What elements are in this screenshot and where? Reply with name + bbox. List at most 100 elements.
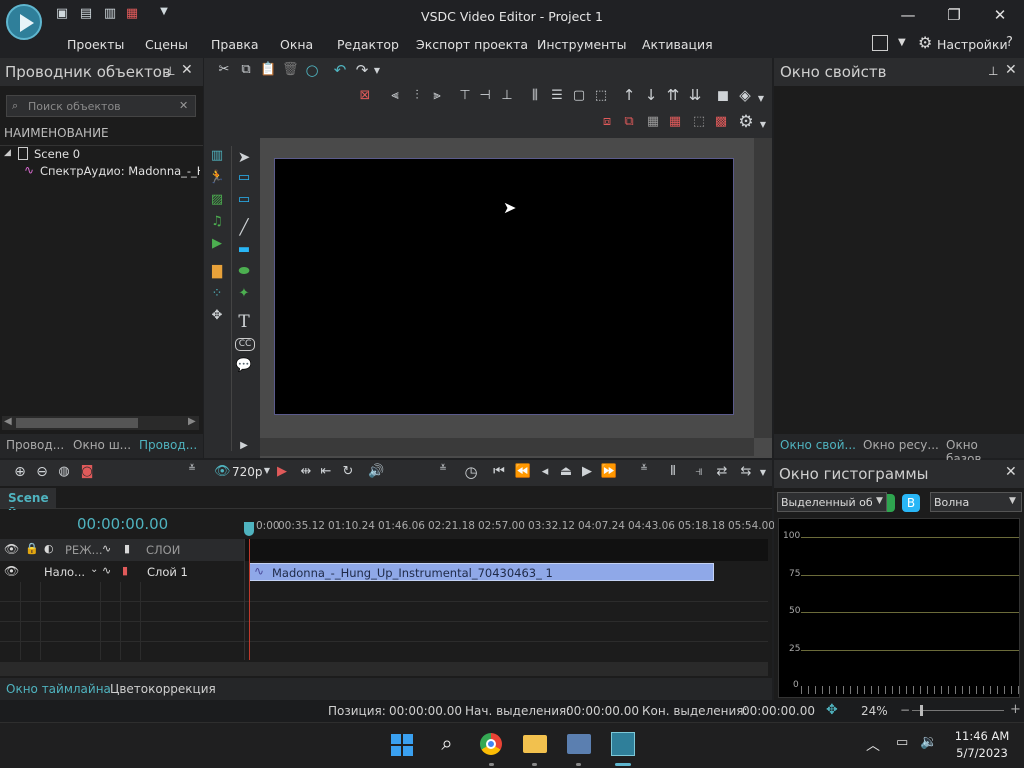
same-size-icon[interactable]: ▢ <box>570 88 588 103</box>
volume-more-icon[interactable]: ≚ <box>437 464 449 474</box>
redo-icon[interactable]: ↷ <box>354 61 370 79</box>
layer-name[interactable]: Слой 1 <box>147 565 188 579</box>
menu-tools[interactable]: Инструменты <box>537 37 626 52</box>
record-timeline-icon[interactable]: ◙ <box>78 464 96 479</box>
redo-dropdown-icon[interactable]: ▼ <box>372 66 382 75</box>
explorer-search-input[interactable]: ⌕ Поиск объектов ✕ <box>6 95 196 117</box>
split-icon[interactable]: ⫴ <box>664 464 682 479</box>
fast-forward-icon[interactable]: ⏩ <box>600 464 618 479</box>
pin-icon[interactable]: ⊥ <box>165 64 175 78</box>
tree-expand-icon[interactable]: ◢ <box>4 148 11 158</box>
zoom-slider-thumb[interactable] <box>920 705 923 716</box>
fit-icon[interactable]: ⬚ <box>592 88 610 103</box>
rectangle-icon[interactable]: ▬ <box>235 242 253 257</box>
resolution-select[interactable]: 720p <box>232 465 263 479</box>
align-top-icon[interactable]: ⊤ <box>456 88 474 103</box>
zoom-slider[interactable] <box>912 710 1004 711</box>
align-center-h-icon[interactable]: ⫶ <box>408 88 426 103</box>
go-to-start-icon[interactable]: ⏮ <box>490 464 508 479</box>
volume-icon[interactable]: 🔊 <box>368 464 384 479</box>
lock-icon[interactable]: 🔒 <box>25 542 39 555</box>
group-icon[interactable]: ◼ <box>714 86 732 104</box>
audio-waveform-icon[interactable]: ◍ <box>56 464 72 479</box>
align-middle-icon[interactable]: ⊣ <box>476 88 494 103</box>
tab-color-correction[interactable]: Цветокоррекция <box>110 682 216 696</box>
add-audio-icon[interactable]: ♫ <box>208 214 226 229</box>
properties-close-icon[interactable]: ✕ <box>1005 62 1017 78</box>
marker-icon[interactable]: ▶ <box>276 464 288 479</box>
tree-item-audio-spectrum[interactable]: ∿ СпектрАудио: Madonna_-_Hur <box>0 163 203 181</box>
zoom-out-icon[interactable]: − <box>900 703 910 717</box>
preview-vscrollbar[interactable] <box>754 138 772 438</box>
select-all-icon[interactable]: ○ <box>304 61 320 79</box>
free-shape-icon[interactable]: ✦ <box>235 286 253 301</box>
blend-icon[interactable]: ◐ <box>44 542 54 555</box>
unlink-icon[interactable]: ⇆ <box>738 464 754 479</box>
windows-start-icon[interactable] <box>391 734 413 756</box>
distribute-v-icon[interactable]: ☰ <box>548 88 566 103</box>
bring-to-front-icon[interactable]: ⇈ <box>664 86 682 104</box>
tools-more-icon[interactable]: ▶ <box>237 440 251 451</box>
layer-row[interactable]: 👁 Нало... ⌄ ∿ ▮ Слой 1 <box>0 562 244 582</box>
menu-activation[interactable]: Активация <box>642 37 713 52</box>
menu-windows[interactable]: Окна <box>280 37 313 52</box>
copy-icon[interactable]: ⧉ <box>238 62 254 77</box>
add-particles-icon[interactable]: ⁘ <box>208 286 226 301</box>
zoom-in-icon[interactable]: + <box>1010 702 1021 717</box>
snap-icon[interactable]: ⧈ <box>598 114 616 129</box>
track-color-icon[interactable]: ▮ <box>122 564 128 577</box>
vsdc-taskbar-icon[interactable] <box>611 732 635 756</box>
timer-icon[interactable]: ◷ <box>462 463 480 481</box>
tree-item-scene[interactable]: ◢ Scene 0 <box>0 146 203 164</box>
layer-blend-mode[interactable]: Нало... <box>44 565 85 579</box>
playback-more-icon[interactable]: ≚ <box>638 464 650 474</box>
minimize-button[interactable]: — <box>888 6 928 28</box>
resolution-dropdown-icon[interactable]: ▼ <box>262 466 272 475</box>
preview-hscrollbar[interactable] <box>260 438 754 456</box>
tab-explorer-2[interactable]: Провод... <box>139 438 197 452</box>
layout-icon[interactable] <box>872 35 888 51</box>
network-icon[interactable]: ▭ <box>896 735 908 750</box>
cut-icon[interactable]: ✂ <box>216 62 232 77</box>
grid-icon[interactable]: ▦ <box>644 114 662 129</box>
gear-icon[interactable]: ⚙ <box>918 33 932 52</box>
add-video-icon[interactable]: ▶ <box>208 236 226 251</box>
playhead-handle[interactable] <box>244 522 254 536</box>
layout-dropdown-icon[interactable]: ▼ <box>898 37 906 48</box>
send-to-back-icon[interactable]: ⇊ <box>686 86 704 104</box>
scene-tab[interactable]: Scene 0 <box>0 488 56 519</box>
remove-layer-button-icon[interactable]: ⊖ <box>34 464 50 480</box>
search-icon[interactable]: ⌕ <box>435 731 459 755</box>
group-dropdown-icon[interactable]: ▼ <box>756 94 766 103</box>
blend-dropdown-icon[interactable]: ⌄ <box>90 564 98 575</box>
photos-app-icon[interactable] <box>567 734 591 754</box>
tab-explorer-1[interactable]: Провод... <box>6 438 64 452</box>
speech-bubble-icon[interactable]: 💬 <box>235 358 253 373</box>
clock-time[interactable]: 11:46 AM <box>952 729 1012 743</box>
move-icon[interactable]: ✥ <box>208 308 226 323</box>
tab-properties[interactable]: Окно свой... <box>780 438 856 452</box>
align-right-icon[interactable]: ⫸ <box>428 88 446 103</box>
delete-icon[interactable]: 🗑 <box>282 62 299 77</box>
zoom-fit-icon[interactable]: ✥ <box>826 702 838 718</box>
link-icon[interactable]: ⇄ <box>714 464 730 479</box>
align-bottom-icon[interactable]: ⊥ <box>498 88 516 103</box>
timeline-hscrollbar[interactable] <box>0 662 768 676</box>
audio-icon[interactable]: ∿ <box>102 564 111 577</box>
bring-forward-icon[interactable]: ↑ <box>620 86 638 104</box>
close-button[interactable]: ✕ <box>980 6 1020 28</box>
tab-template-window[interactable]: Окно ш... <box>73 438 131 452</box>
search-clear-icon[interactable]: ✕ <box>179 99 188 112</box>
snap-objects-icon[interactable]: ⧉ <box>620 114 638 129</box>
loop-start-icon[interactable]: ⇤ <box>318 464 334 479</box>
stop-icon[interactable]: ⏏ <box>557 464 575 479</box>
pointer-icon[interactable]: ➤ <box>235 148 253 166</box>
preview-eye-icon[interactable]: 👁 <box>214 464 231 479</box>
safe-area-icon[interactable]: ▩ <box>712 114 730 129</box>
timeline-more-icon[interactable]: ≚ <box>186 464 198 474</box>
tray-chevron-icon[interactable]: ︿ <box>866 735 880 755</box>
file-explorer-icon[interactable] <box>523 735 547 753</box>
menu-export[interactable]: Экспорт проекта <box>416 37 528 52</box>
guides-icon[interactable]: ⬚ <box>690 114 708 129</box>
chrome-icon[interactable] <box>480 733 502 755</box>
